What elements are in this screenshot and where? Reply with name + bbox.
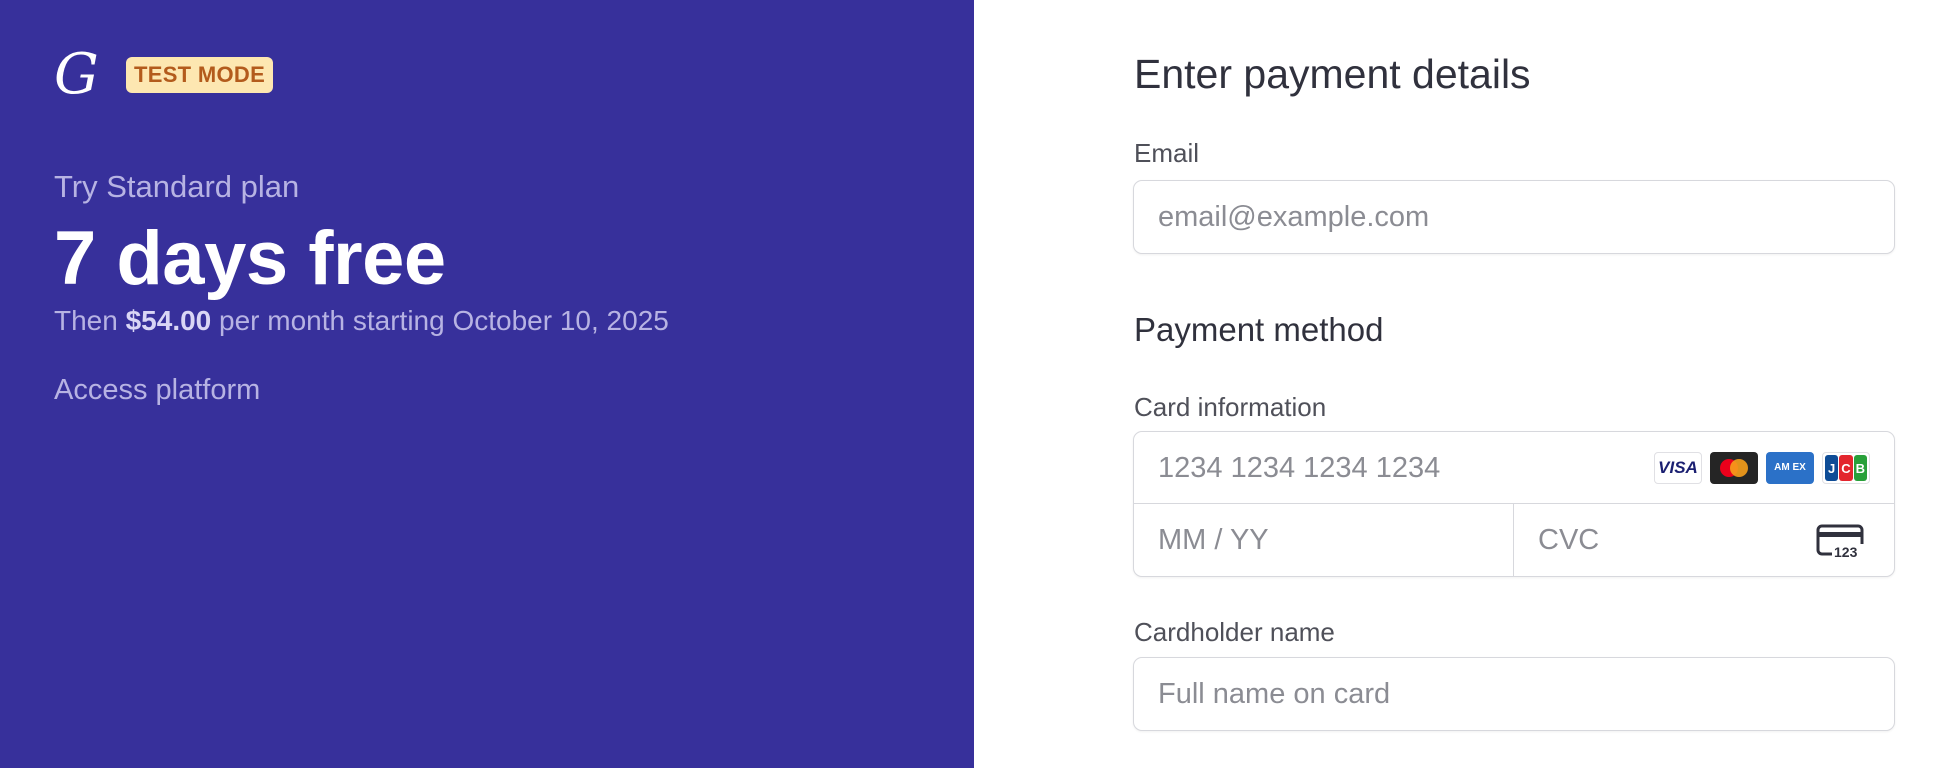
card-information-label: Card information [1134, 392, 1327, 422]
cardholder-name-placeholder: Full name on card [1158, 678, 1391, 710]
visa-icon: VISA [1654, 452, 1702, 484]
email-label: Email [1134, 138, 1200, 168]
cvc-card-icon: 123 [1816, 524, 1866, 560]
amex-icon: AM EX [1766, 452, 1814, 484]
price-amount: $54.00 [125, 305, 212, 336]
card-expiry-cvc-row: MM / YY CVC 123 [1134, 504, 1894, 576]
price-prefix: Then [54, 305, 118, 336]
cvc-placeholder: CVC [1538, 524, 1600, 556]
card-expiry-field[interactable]: MM / YY [1134, 504, 1514, 576]
cardholder-name-label: Cardholder name [1134, 617, 1335, 647]
plan-summary-panel: G TEST MODE Try Standard plan 7 days fre… [0, 0, 974, 768]
payment-method-title: Payment method [1134, 311, 1384, 348]
price-suffix: per month starting October 10, 2025 [219, 305, 669, 336]
cardholder-name-field[interactable]: Full name on card [1133, 657, 1895, 731]
jcb-icon: J C B [1822, 452, 1870, 484]
plan-price-text: Then $54.00 per month starting October 1… [54, 302, 669, 340]
test-mode-badge: TEST MODE [126, 57, 274, 93]
card-information-group: 1234 1234 1234 1234 VISA AM EX J C B MM … [1133, 431, 1895, 577]
plan-subtitle: Try Standard plan [54, 169, 300, 204]
payment-form-panel [974, 0, 1938, 768]
card-cvc-field[interactable]: CVC 123 [1514, 504, 1894, 576]
cvc-icon-text: 123 [1834, 544, 1858, 560]
plan-title: 7 days free [54, 216, 446, 301]
form-title: Enter payment details [1134, 51, 1531, 97]
email-placeholder: email@example.com [1158, 201, 1430, 233]
card-number-field[interactable]: 1234 1234 1234 1234 VISA AM EX J C B [1134, 432, 1894, 504]
card-number-placeholder: 1234 1234 1234 1234 [1158, 452, 1441, 484]
brand-logo-icon: G [54, 42, 99, 107]
email-field[interactable]: email@example.com [1133, 180, 1895, 254]
mastercard-icon [1710, 452, 1758, 484]
expiry-placeholder: MM / YY [1158, 524, 1269, 556]
plan-feature-access: Access platform [54, 374, 261, 406]
